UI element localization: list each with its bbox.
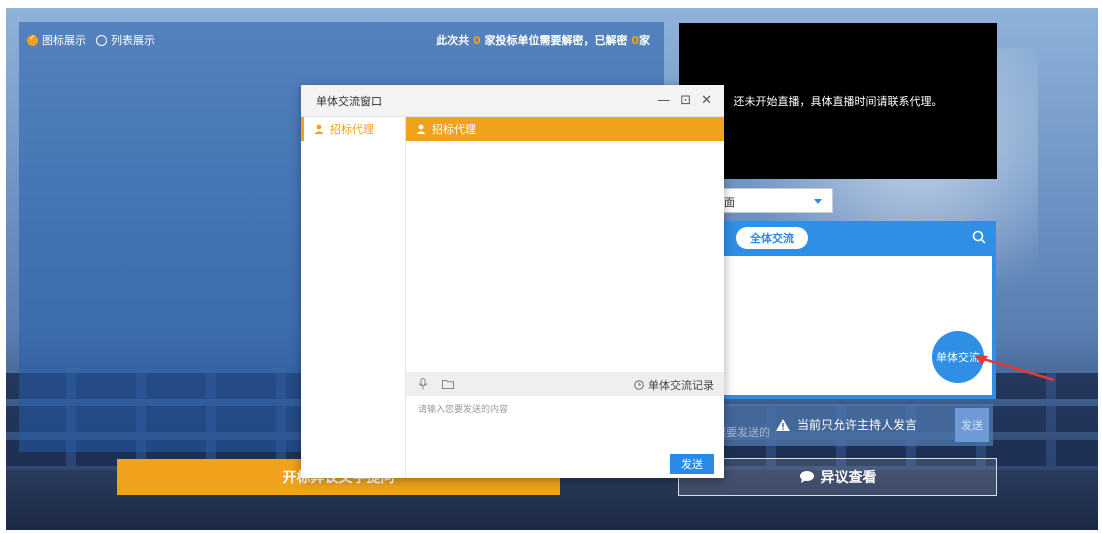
single-chat-window: 单体交流窗口 — ⊡ ✕ 招标代理 招标代理 单体交流记录 请输入您要发送的内容…: [301, 85, 724, 478]
chat-bubble-icon: [799, 471, 814, 483]
conversation-header: 招标代理: [406, 117, 724, 141]
objection-view-label: 异议查看: [820, 470, 877, 486]
close-icon[interactable]: ✕: [701, 93, 712, 108]
modal-title: 单体交流窗口: [316, 94, 382, 108]
search-icon[interactable]: [972, 230, 986, 244]
decrypt-total: 0: [473, 34, 481, 47]
chat-header: 栏 全体交流: [700, 221, 996, 255]
chat-history-link[interactable]: 单体交流记录: [634, 377, 714, 393]
view-option-icon-label: 图标展示: [42, 34, 86, 47]
speak-notice-text: 当前只允许主持人发言: [797, 418, 918, 432]
person-icon: [416, 124, 426, 134]
video-message: 还未开始直播，具体直播时间请联系代理。: [733, 95, 943, 108]
chat-history-label: 单体交流记录: [648, 379, 714, 392]
radio-unchecked-icon[interactable]: [96, 34, 107, 46]
message-input[interactable]: 请输入您要发送的内容: [406, 396, 724, 456]
view-option-list[interactable]: 列表展示: [96, 32, 155, 48]
red-arrow-annotation: [974, 355, 1055, 382]
message-area: [406, 141, 724, 372]
view-option-icon[interactable]: 图标展示: [27, 32, 86, 48]
conversation-name: 招标代理: [432, 123, 476, 136]
view-select[interactable]: 画面: [706, 188, 833, 213]
window-controls: — ⊡ ✕: [657, 93, 712, 108]
contact-list: 招标代理: [301, 117, 406, 478]
decrypt-suffix: 家: [639, 34, 650, 47]
mic-icon[interactable]: [418, 378, 428, 390]
tab-all-chat[interactable]: 全体交流: [736, 227, 809, 249]
decrypt-prefix: 此次共: [436, 34, 470, 47]
objection-view-button[interactable]: 异议查看: [678, 458, 997, 496]
send-button[interactable]: 发送: [670, 454, 714, 474]
message-input-placeholder: 请输入您要发送的内容: [418, 405, 509, 415]
chat-send-button[interactable]: 发送: [955, 408, 989, 442]
speak-notice: 当前只允许主持人发言: [775, 416, 917, 433]
contact-item[interactable]: 招标代理: [301, 117, 405, 141]
live-video: 还未开始直播，具体直播时间请联系代理。: [679, 23, 997, 179]
maximize-icon[interactable]: ⊡: [680, 93, 691, 108]
decrypt-status: 此次共 0 家投标单位需要解密，已解密 0家: [436, 32, 650, 48]
decrypt-done: 0: [631, 34, 639, 47]
contact-name: 招标代理: [330, 123, 374, 136]
radio-checked-icon[interactable]: [27, 33, 38, 46]
warning-icon: [776, 418, 790, 431]
decrypt-mid: 家投标单位需要解密，已解密: [484, 34, 628, 47]
chevron-down-icon: [814, 199, 822, 204]
view-toggle: 图标展示 列表展示: [27, 32, 155, 48]
chat-input-row: 您要发送的 当前只允许主持人发言 发送: [705, 404, 993, 446]
folder-icon[interactable]: [442, 379, 454, 389]
clock-icon: [634, 380, 644, 390]
message-toolbar: 单体交流记录: [406, 372, 724, 396]
minimize-icon[interactable]: —: [657, 93, 670, 108]
person-icon: [314, 124, 324, 134]
view-option-list-label: 列表展示: [111, 34, 155, 47]
